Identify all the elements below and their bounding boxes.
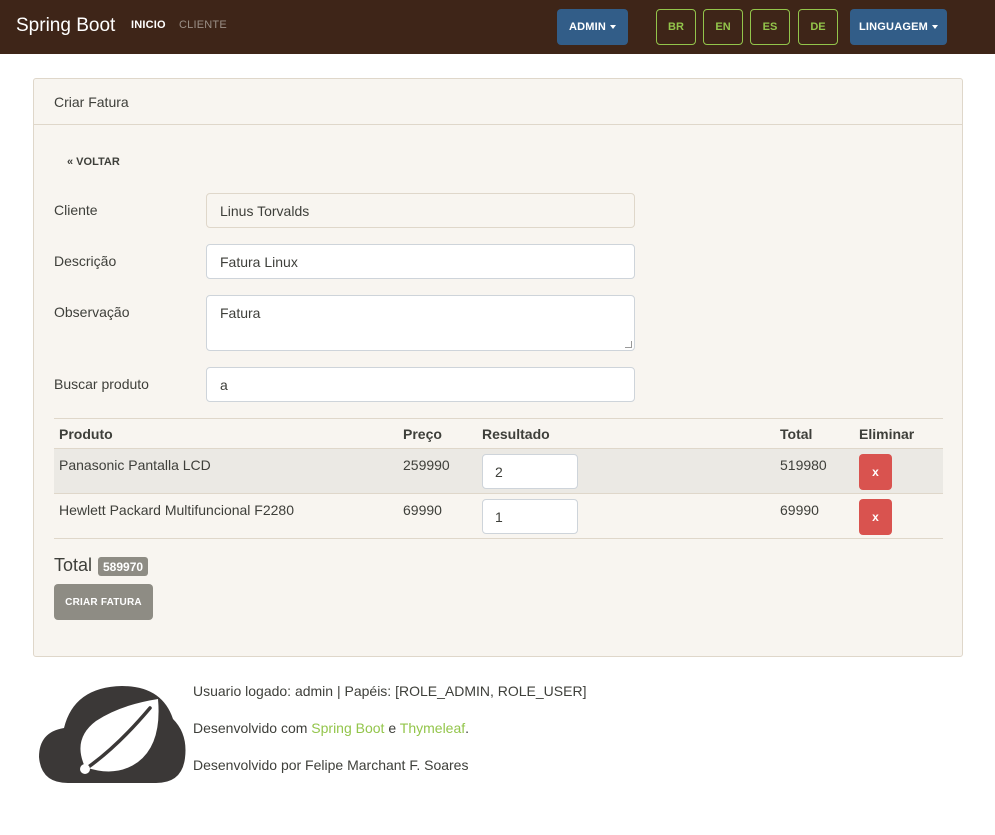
table-row: Hewlett Packard Multifuncional F2280 699… [54,494,943,539]
lang-button-es[interactable]: ES [750,9,790,45]
row-produto: Hewlett Packard Multifuncional F2280 [59,502,295,518]
navbar-brand[interactable]: Spring Boot [16,15,115,37]
total-label: Total [54,555,93,575]
row-total: 519980 [780,457,827,473]
spring-leaf-logo-icon [39,686,186,783]
admin-dropdown-button[interactable]: ADMIN [557,9,628,45]
table-row: Panasonic Pantalla LCD 259990 2 519980 x [54,449,943,494]
buscar-produto-input[interactable]: a [206,367,635,402]
buscar-produto-value: a [220,376,228,393]
lang-button-en[interactable]: EN [703,9,743,45]
caret-down-icon [610,25,617,29]
nav-link-inicio[interactable]: INICIO [131,19,166,31]
delete-row-button[interactable]: x [859,454,892,490]
back-link[interactable]: « VOLTAR [67,156,120,168]
descricao-field[interactable]: Fatura Linux [206,244,635,279]
footer-logged-user: Usuario logado: admin | Papéis: [ROLE_AD… [193,683,587,699]
row-preco: 69990 [403,502,442,518]
row-produto: Panasonic Pantalla LCD [59,457,211,473]
card-title: Criar Fatura [54,94,129,110]
lang-button-br[interactable]: BR [656,9,696,45]
and-word: e [388,720,397,736]
footer-developed-with: Desenvolvido com Spring Boot e Thymeleaf… [193,720,469,736]
card-header: Criar Fatura [34,79,962,125]
buscar-produto-label: Buscar produto [54,376,149,392]
header-resultado: Resultado [482,426,550,442]
thymeleaf-link[interactable]: Thymeleaf [400,720,465,736]
resize-handle-icon[interactable] [625,341,632,348]
header-total: Total [780,426,813,442]
period: . [465,720,470,736]
footer-author: Desenvolvido por Felipe Marchant F. Soar… [193,757,469,773]
observacao-textarea[interactable]: Fatura [206,295,635,351]
admin-dropdown-label: ADMIN [568,21,607,33]
observacao-label: Observação [54,304,130,320]
descricao-value: Fatura Linux [220,253,298,270]
language-dropdown-button[interactable]: LINGUAGEM [850,9,947,45]
quantity-value: 1 [495,508,503,525]
spring-boot-link[interactable]: Spring Boot [311,720,384,736]
caret-down-icon [932,25,939,29]
total-badge: 589970 [98,557,149,576]
criar-fatura-button[interactable]: CRIAR FATURA [54,584,153,620]
quantity-input[interactable]: 1 [482,499,578,534]
header-produto: Produto [59,426,113,442]
nav-link-cliente[interactable]: CLIENTE [179,19,227,31]
delete-row-button[interactable]: x [859,499,892,535]
language-dropdown-label: LINGUAGEM [858,21,929,33]
header-preco: Preço [403,426,442,442]
descricao-label: Descrição [54,253,117,269]
cliente-label: Cliente [54,202,98,218]
row-preco: 259990 [403,457,450,473]
header-eliminar: Eliminar [859,426,915,442]
developed-with-prefix: Desenvolvido com [193,720,308,736]
invoice-card: Criar Fatura « VOLTAR Cliente Linus Torv… [33,78,963,657]
table-header: Produto Preço Resultado Total Eliminar [54,418,943,449]
lang-button-de[interactable]: DE [798,9,838,45]
quantity-value: 2 [495,463,503,480]
row-total: 69990 [780,502,819,518]
cliente-value: Linus Torvalds [220,202,310,219]
navbar: Spring Boot INICIO CLIENTE ADMIN BR EN E… [0,0,995,54]
cliente-field[interactable]: Linus Torvalds [206,193,635,228]
quantity-input[interactable]: 2 [482,454,578,489]
observacao-value: Fatura [220,305,261,321]
